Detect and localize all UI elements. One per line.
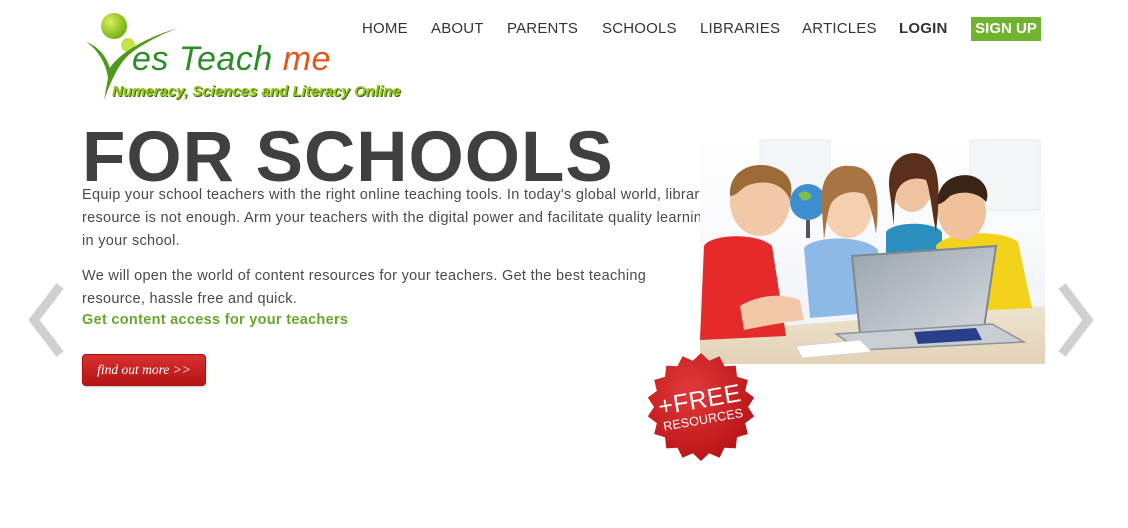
content-access-link[interactable]: Get content access for your teachers (82, 312, 348, 328)
nav-login[interactable]: LOGIN (899, 20, 948, 37)
next-slide-button[interactable] (1052, 280, 1098, 360)
logo-tagline: Numeracy, Sciences and Literacy Online (112, 83, 401, 100)
hero-paragraph-2: We will open the world of content resour… (82, 268, 647, 307)
nav-parents[interactable]: PARENTS (507, 20, 578, 37)
nav-about[interactable]: ABOUT (431, 20, 484, 37)
nav-articles[interactable]: ARTICLES (802, 20, 877, 37)
main-nav: HOME ABOUT PARENTS SCHOOLS LIBRARIES ART… (0, 17, 1128, 41)
chevron-left-icon (28, 283, 64, 357)
logo-wordmark: es Teach me (132, 40, 331, 78)
find-out-more-button[interactable]: find out more >> (82, 354, 206, 386)
chevron-right-icon (1058, 283, 1094, 357)
hero-photo (700, 136, 1045, 364)
signup-button[interactable]: SIGN UP (971, 17, 1041, 41)
nav-libraries[interactable]: LIBRARIES (700, 20, 780, 37)
nav-home[interactable]: HOME (362, 20, 408, 37)
nav-schools[interactable]: SCHOOLS (602, 20, 677, 37)
badge-text: +FREE RESOURCES (637, 343, 764, 470)
hero-paragraph-1: Equip your school teachers with the righ… (82, 187, 711, 249)
free-resources-badge[interactable]: +FREE RESOURCES (646, 352, 756, 462)
prev-slide-button[interactable] (24, 280, 70, 360)
